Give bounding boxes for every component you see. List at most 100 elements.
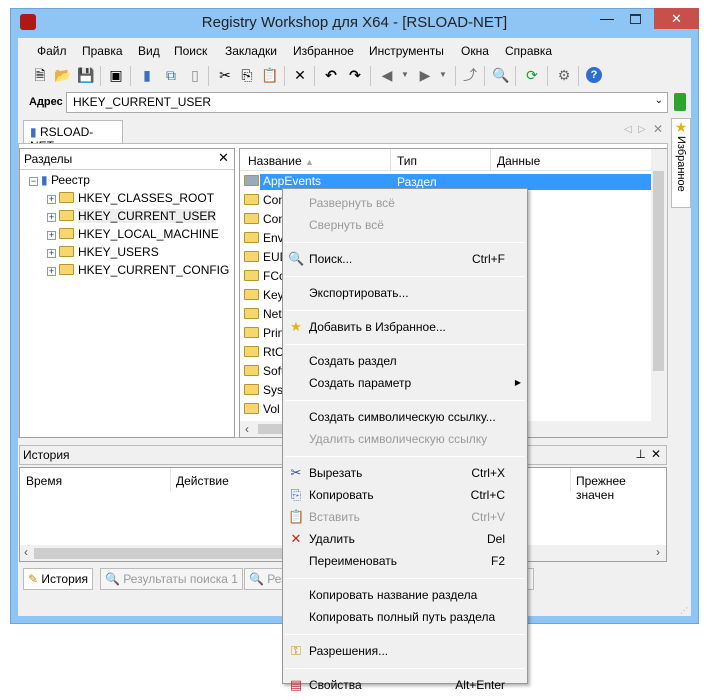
column-header-data[interactable]: Данные xyxy=(497,154,540,168)
undo-icon[interactable]: ↶ xyxy=(322,66,340,84)
tab-close-icon[interactable]: ✕ xyxy=(653,122,663,136)
menu-file[interactable]: Файл xyxy=(37,44,67,58)
context-menu-item[interactable]: ⎘ Копировать Ctrl+C xyxy=(283,485,527,505)
tree-item[interactable]: + HKEY_CLASSES_ROOT xyxy=(47,191,214,205)
context-menu-item[interactable]: Копировать полный путь раздела xyxy=(283,607,527,627)
back-dropdown-icon[interactable]: ▼ xyxy=(396,66,414,84)
minimize-button[interactable]: — xyxy=(600,10,614,26)
tree-item[interactable]: + HKEY_LOCAL_MACHINE xyxy=(47,227,219,241)
settings-icon[interactable]: ⚙ xyxy=(555,66,573,84)
context-menu-item[interactable]: Переименовать F2 xyxy=(283,551,527,571)
network-icon[interactable]: ⧉ xyxy=(162,66,180,84)
keys-pane-close-icon[interactable]: ✕ xyxy=(218,150,229,166)
favorites-side-tab[interactable]: ★ Избранное xyxy=(671,118,691,208)
forward-icon[interactable]: ▶ xyxy=(416,66,434,84)
tab-search-results-1[interactable]: 🔍 Результаты поиска 1 xyxy=(100,568,243,590)
close-button[interactable]: ✕ xyxy=(654,8,699,29)
context-menu-item[interactable]: Экспортировать... xyxy=(283,283,527,303)
context-menu-item[interactable]: Создать раздел xyxy=(283,351,527,371)
properties-icon: ▤ xyxy=(289,677,303,692)
context-menu-item[interactable]: 🔍 Поиск... Ctrl+F xyxy=(283,249,527,269)
menu-item-label: Вставить xyxy=(309,510,360,524)
disconnect-icon[interactable]: ▯ xyxy=(186,66,204,84)
list-item[interactable]: Soft xyxy=(244,364,284,378)
back-icon[interactable]: ◀ xyxy=(378,66,396,84)
tab-rsload-net[interactable]: ▮ RSLOAD-NET xyxy=(23,120,123,153)
list-item[interactable]: Con xyxy=(244,193,285,207)
menu-item-label: Копировать название раздела xyxy=(309,588,478,602)
menu-item-shortcut: Del xyxy=(486,532,505,546)
context-menu-item[interactable]: ⚿ Разрешения... xyxy=(283,641,527,661)
new-icon[interactable]: 🗎 xyxy=(31,66,49,84)
up-level-icon[interactable]: ⤴ xyxy=(461,66,479,84)
list-item[interactable]: AppEvents xyxy=(244,174,321,188)
context-menu-item[interactable]: Создать символическую ссылку... xyxy=(283,407,527,427)
list-item[interactable]: Con xyxy=(244,212,285,226)
tab-scroll-right-icon[interactable]: ▷ xyxy=(638,124,646,135)
context-menu-item[interactable]: Копировать название раздела xyxy=(283,585,527,605)
find-icon[interactable]: 🔍 xyxy=(492,66,510,84)
redo-icon[interactable]: ↷ xyxy=(346,66,364,84)
tree-item[interactable]: + HKEY_CURRENT_CONFIG xyxy=(47,263,229,277)
tab-scroll-left-icon[interactable]: ◁ xyxy=(624,124,632,135)
menu-windows[interactable]: Окна xyxy=(461,44,489,58)
list-item[interactable]: FCo xyxy=(244,269,286,283)
menu-edit[interactable]: Правка xyxy=(82,44,123,58)
help-icon[interactable]: ? xyxy=(586,67,602,83)
chevron-down-icon[interactable]: ⌄ xyxy=(655,95,663,106)
menu-item-label: Добавить в Избранное... xyxy=(309,320,446,334)
context-menu-item[interactable]: Создать параметр ▶ xyxy=(283,373,527,393)
list-item[interactable]: Key xyxy=(244,288,284,302)
context-menu-item[interactable]: ▤ Свойства Alt+Enter xyxy=(283,675,527,695)
tree-root[interactable]: − ▮ Реестр xyxy=(29,173,90,187)
menu-separator xyxy=(285,400,525,401)
list-item[interactable]: Syst xyxy=(244,383,286,397)
snapshot-icon[interactable]: ▣ xyxy=(107,66,125,84)
menu-item-label: Создать символическую ссылку... xyxy=(309,410,496,424)
context-menu-item[interactable]: ★ Добавить в Избранное... xyxy=(283,317,527,337)
menu-tools[interactable]: Инструменты xyxy=(369,44,444,58)
context-menu-item[interactable]: Развернуть всё xyxy=(283,193,527,213)
context-menu-item[interactable]: ✕ Удалить Del xyxy=(283,529,527,549)
context-menu-item[interactable]: Удалить символическую ссылку xyxy=(283,429,527,449)
list-item[interactable]: RtC xyxy=(244,345,284,359)
context-menu-item[interactable]: Свернуть всё xyxy=(283,215,527,235)
menu-view[interactable]: Вид xyxy=(138,44,160,58)
refresh-icon[interactable]: ⟳ xyxy=(523,66,541,84)
list-item[interactable]: Net xyxy=(244,307,282,321)
save-icon[interactable]: 💾 xyxy=(77,66,95,84)
address-value: HKEY_CURRENT_USER xyxy=(73,95,212,109)
tree-item[interactable]: + HKEY_CURRENT_USER xyxy=(47,209,217,223)
menu-search[interactable]: Поиск xyxy=(174,44,207,58)
menu-item-shortcut: Ctrl+V xyxy=(471,510,505,524)
tree-item[interactable]: + HKEY_USERS xyxy=(47,245,159,259)
tab-history[interactable]: ✎ История xyxy=(23,568,93,590)
resize-grip[interactable]: ⋰ xyxy=(680,606,688,615)
list-item[interactable]: Prin xyxy=(244,326,284,340)
context-menu-item[interactable]: 📋 Вставить Ctrl+V xyxy=(283,507,527,527)
cut-icon[interactable]: ✂ xyxy=(216,66,234,84)
copy-icon[interactable]: ⎘ xyxy=(238,66,256,84)
menu-help[interactable]: Справка xyxy=(505,44,552,58)
menu-favorites[interactable]: Избранное xyxy=(293,44,354,58)
menu-bookmarks[interactable]: Закладки xyxy=(225,44,277,58)
address-label: Адрес xyxy=(29,96,63,108)
pin-icon[interactable]: ⊥ xyxy=(636,447,646,461)
column-header-name[interactable]: Название ▲ xyxy=(248,154,314,168)
list-item[interactable]: Env xyxy=(244,231,284,245)
forward-dropdown-icon[interactable]: ▼ xyxy=(434,66,452,84)
menu-item-label: Свойства xyxy=(309,678,362,692)
list-item[interactable]: Vol xyxy=(244,402,280,416)
vertical-scrollbar[interactable] xyxy=(651,149,667,421)
maximize-button[interactable] xyxy=(630,14,641,24)
open-icon[interactable]: 📂 xyxy=(54,66,72,84)
address-input[interactable]: HKEY_CURRENT_USER ⌄ xyxy=(66,92,668,113)
history-close-icon[interactable]: ✕ xyxy=(651,447,661,461)
delete-icon[interactable]: ✕ xyxy=(291,66,309,84)
go-icon[interactable] xyxy=(674,93,686,111)
paste-icon[interactable]: 📋 xyxy=(261,66,279,84)
menu-item-label: Разрешения... xyxy=(309,644,389,658)
column-header-type[interactable]: Тип xyxy=(397,154,417,168)
context-menu-item[interactable]: ✂ Вырезать Ctrl+X xyxy=(283,463,527,483)
computer-icon[interactable]: ▮ xyxy=(138,66,156,84)
